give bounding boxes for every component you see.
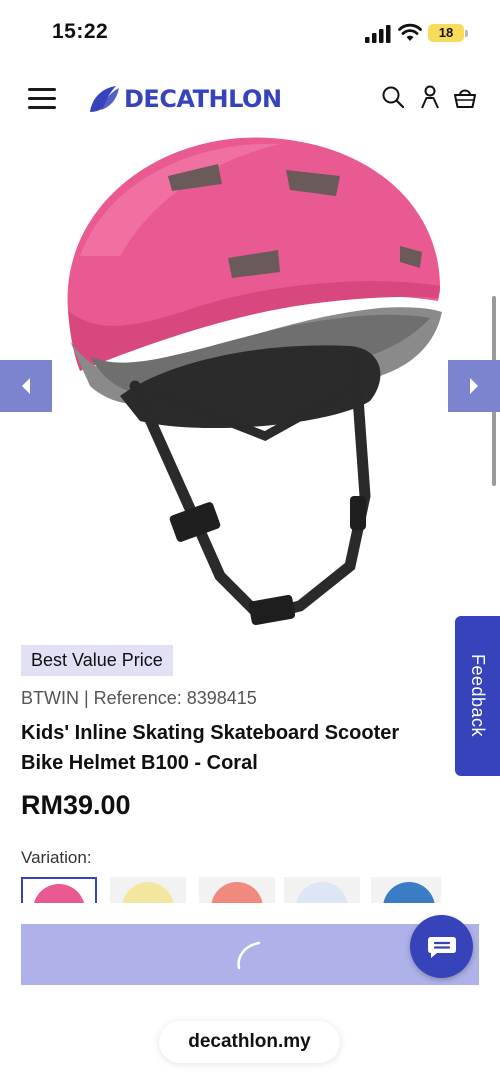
variation-helmet-image <box>383 882 435 903</box>
variation-helmet-image <box>211 882 263 903</box>
cart-icon[interactable] <box>452 84 478 110</box>
menu-icon-line <box>28 88 56 91</box>
gallery-next-button[interactable] <box>448 360 500 412</box>
menu-button[interactable] <box>28 88 56 110</box>
decathlon-logo[interactable]: DECATHLON <box>86 82 282 116</box>
menu-icon-line <box>28 106 56 109</box>
product-price: RM39.00 <box>21 790 131 820</box>
signal-icon <box>365 25 391 43</box>
variation-helmet-image <box>296 882 348 903</box>
feedback-label: Feedback <box>468 654 488 738</box>
variation-thumb-white[interactable] <box>284 877 360 903</box>
gallery-prev-button[interactable] <box>0 360 52 412</box>
variation-helmet-image <box>122 882 174 903</box>
variation-thumb-salmon[interactable] <box>199 877 275 903</box>
browser-url-bar[interactable]: decathlon.my <box>159 1021 340 1063</box>
loading-spinner-icon <box>237 941 261 969</box>
chevron-left-icon <box>22 378 30 394</box>
best-value-badge: Best Value Price <box>21 645 173 676</box>
chevron-right-icon <box>470 378 478 394</box>
logo-text: DECATHLON <box>124 85 282 113</box>
product-image-helmet <box>67 137 442 626</box>
variation-thumb-coral[interactable] <box>21 877 97 903</box>
menu-icon-line <box>28 97 56 100</box>
account-icon[interactable] <box>417 84 443 110</box>
logo-mark-icon <box>90 86 119 112</box>
search-icon[interactable] <box>380 84 406 110</box>
feedback-tab[interactable]: Feedback <box>455 616 500 776</box>
status-time: 15:22 <box>52 20 109 43</box>
variation-label: Variation: <box>21 848 92 867</box>
variation-thumb-blue[interactable] <box>371 877 441 903</box>
variation-list <box>21 877 441 903</box>
product-image-gallery[interactable] <box>0 136 500 636</box>
variation-helmet-image <box>33 884 85 903</box>
chat-button[interactable] <box>410 915 473 978</box>
wifi-icon <box>398 23 422 41</box>
status-bar: 15:22 18 <box>0 0 500 62</box>
product-title: Kids' Inline Skating Skateboard Scooter … <box>21 722 400 774</box>
brand-reference: BTWIN | Reference: 8398415 <box>21 688 257 708</box>
variation-thumb-yellow[interactable] <box>110 877 186 903</box>
chat-icon <box>427 936 456 958</box>
battery-indicator: 18 <box>428 24 464 42</box>
battery-tip <box>465 30 468 37</box>
